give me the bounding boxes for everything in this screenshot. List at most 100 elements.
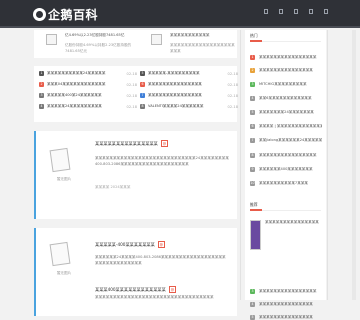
phone-screenshot-thumbnail[interactable]	[250, 220, 261, 250]
rank-badge: 8	[140, 104, 145, 109]
article-card[interactable]: 暂无图片 某某某某某某某某某某某某某某某荐 某某某某某某某某某某某某某某某某某某…	[34, 131, 237, 219]
scrollbar[interactable]	[352, 30, 356, 300]
article-meta: 某某某某 2024某某某	[95, 185, 131, 189]
sidebar-item[interactable]: 4 某某某某某某某某某某某某某某某	[250, 301, 322, 307]
recommend-badge: 荐	[157, 241, 165, 248]
rank-badge: 4	[250, 95, 255, 101]
grid-icon[interactable]	[264, 9, 268, 14]
rank-badge: 3	[250, 81, 255, 87]
sidebar-item-title: 某某某某某某某某某某某某某某某某	[259, 54, 317, 59]
sidebar-item-title: 某某6某某某某某某某某某某某某	[259, 95, 312, 100]
featured-card: 亿4.69%以2.23亿股持股7481.65亿 亿股份持股4.69%以持股2.2…	[34, 30, 237, 58]
rank-badge: 5	[250, 109, 255, 115]
list-item-date: 02-18	[227, 71, 238, 76]
list-item[interactable]: 8 VALENTI某某某某24某某某某某某 02-18	[140, 103, 238, 110]
article-title-text: 某某某某某某某某某某某某某某某	[95, 141, 158, 146]
list-item-date: 02-18	[227, 93, 238, 98]
sidebar: 热门 1 某某某某某某某某某某某某某某某某 2 某某某某某某某某某某某某某某某 3M…	[245, 30, 326, 320]
article-excerpt: 某某某某某某某某某某某某某某某某某某某某某某某某某某某某某某某某某	[95, 295, 214, 299]
thumb-label: 暂无图片	[56, 271, 72, 275]
rank-badge: 7	[140, 93, 145, 98]
rank-badge: 7	[250, 137, 255, 143]
list-item-date: 02-18	[126, 71, 137, 76]
featured-sub-2: 某某某某某某某某某某某某某某某某某某某某某	[170, 43, 235, 53]
image-placeholder-icon	[151, 34, 162, 45]
column-divider	[327, 30, 328, 300]
featured-sub-1: 亿股份持股4.69%以持股2.23亿股持股的7481.65亿元	[65, 43, 132, 53]
list-item-title: 某某某某某某某某某某某某某某某	[148, 82, 202, 86]
list-item[interactable]: 4 某某某某某24某某某某某某某某某 02-18	[39, 103, 137, 110]
rank-badge: 3	[39, 93, 44, 98]
site-logo[interactable]: 企鹅百科	[33, 5, 98, 23]
list-item[interactable]: 1 某某某某某某某某某某24某某某某某 02-18	[39, 70, 137, 77]
rank-badge: 4	[39, 104, 44, 109]
brand-name: 企鹅百科	[48, 7, 99, 22]
article-title[interactable]: 某某某某某某某某某某某某某某某荐	[95, 140, 169, 147]
sidebar-rec-heading: 推荐	[250, 202, 258, 207]
rank-badge: 2	[250, 67, 255, 73]
sidebar-item[interactable]: 5 某某某某某某某某某某某某某某某	[250, 314, 322, 320]
featured-title-2[interactable]: 某某某某某某某某某某某	[170, 32, 238, 38]
sidebar-item-title: 某某某某某某某某某某某某某某某	[259, 67, 313, 72]
sidebar-item[interactable]: 10 某某某某某某某某某某7某某某	[250, 180, 322, 186]
rank-badge: 6	[250, 123, 255, 129]
column-divider	[240, 30, 241, 300]
sidebar-item[interactable]: 3 MITCHIG某某某某某某某某某	[250, 81, 322, 87]
sidebar-item[interactable]: 7 某某jialong某某某某某某24某某某某某某某某	[250, 137, 322, 143]
rec-item-title[interactable]: 某某某某某某某某某某某某某某某	[265, 220, 321, 225]
sidebar-hot-heading: 热门	[250, 33, 258, 38]
sidebar-item-title: 某某某某某某某某某某7某某某	[259, 180, 309, 185]
recommend-badge: 荐	[168, 286, 176, 293]
heading-underline	[250, 209, 321, 211]
rank-badge: 5	[140, 71, 145, 76]
rank-badge: 8	[250, 152, 255, 158]
image-placeholder-icon	[46, 34, 57, 45]
sidebar-item[interactable]: 4 某某6某某某某某某某某某某某某	[250, 95, 322, 101]
list-item[interactable]: 3 某某某某某400某24某某某某某某 02-18	[39, 92, 137, 99]
top-icon-group	[264, 9, 328, 14]
search-icon[interactable]	[309, 9, 313, 14]
article-card[interactable]: 暂无图片 某某某某某-400某某某某某某某荐 某某某某某某24某某某某400-8…	[34, 228, 237, 316]
sidebar-item[interactable]: 2 某某某某某某某某某某某某某某某	[250, 67, 322, 73]
featured-title-1[interactable]: 亿4.69%以2.23亿股持股7481.65亿	[65, 32, 133, 38]
sidebar-item-title: MITCHIG某某某某某某某某某	[259, 81, 307, 86]
sidebar-item[interactable]: 6 某某某某 | 某某某某某某某某某某某某某	[250, 123, 322, 129]
list-item[interactable]: 5 某某某某某-某某某某某某某某某 02-18	[140, 70, 238, 77]
list-item[interactable]: 2 某某某04某某某某某某某某某某某某 02-18	[39, 81, 137, 88]
sidebar-item-title: 某某某某某某某某某某某某某某某某	[259, 152, 317, 157]
article-excerpt: 某某某某某某24某某某某400-803-2086某某某某某某某某某某某某某某某某…	[95, 255, 226, 265]
list-icon[interactable]	[279, 9, 283, 14]
list-item-title: 某某某某某24某某某某某某某某某	[47, 104, 102, 108]
rank-badge: 4	[250, 301, 255, 307]
article-card[interactable]: 某某某400某某某某某某某某某某某某荐 某某某某某某某某某某某某某某某某某某某某…	[34, 280, 237, 300]
article-title[interactable]: 某某某400某某某某某某某某某某某某荐	[95, 286, 176, 293]
article-excerpt: 某某某某某某某某某某某某某某某某某某某某某某某某某某某某24某某某某某某某某40…	[95, 156, 229, 166]
image-placeholder-icon	[49, 147, 71, 173]
thumb-label: 暂无图片	[56, 177, 72, 181]
sidebar-item[interactable]: 1 某某某某某某某某某某某某某某某某	[250, 54, 322, 60]
user-icon[interactable]	[324, 9, 328, 14]
list-item-title: 某某某04某某某某某某某某某某某某	[47, 82, 106, 86]
sidebar-item-title: 某某某某某某某某某某某某某某某某	[259, 288, 317, 293]
sidebar-item[interactable]: 8 某某某某某某某某某某某某某某某某	[250, 152, 322, 158]
list-item-title: 某某某某某某某某某某某某某某某	[148, 93, 202, 97]
list-item-date: 02-18	[126, 93, 137, 98]
list-item-date: 02-18	[227, 104, 238, 109]
list-item-title: 某某某某某某某某某某24某某某某某	[47, 71, 106, 75]
article-list-card: 1 某某某某某某某某某某24某某某某某 02-18 2 某某某04某某某某某某某…	[34, 66, 238, 122]
list-item-title: 某某某某某-某某某某某某某某某	[148, 71, 200, 75]
rank-badge: 10	[250, 180, 255, 186]
list-item[interactable]: 7 某某某某某某某某某某某某某某某 02-18	[140, 92, 238, 99]
list-item-title: VALENTI某某某某24某某某某某某	[148, 104, 204, 108]
list-item[interactable]: 6 某某某某某某某某某某某某某某某 02-18	[140, 81, 238, 88]
rss-icon[interactable]	[294, 9, 298, 14]
sidebar-item[interactable]: 5 某某某某某某某24某某某某某某某	[250, 109, 322, 115]
rank-badge: 1	[39, 71, 44, 76]
heading-underline	[250, 40, 321, 42]
sidebar-item[interactable]: 9 某某某某某某400某某某某某某某	[250, 166, 322, 172]
sidebar-item[interactable]: 3 某某某某某某某某某某某某某某某某	[250, 288, 322, 294]
rank-badge: 6	[140, 82, 145, 87]
article-title[interactable]: 某某某某某-400某某某某某某某荐	[95, 241, 165, 248]
list-item-date: 02-18	[126, 82, 137, 87]
sidebar-item-title: 某某某某某某某24某某某某某某某	[259, 109, 314, 114]
